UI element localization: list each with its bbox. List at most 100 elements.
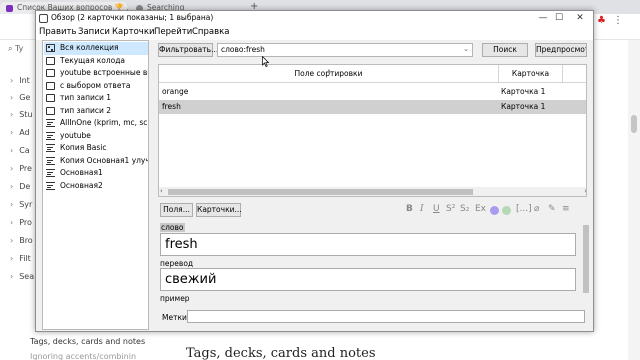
filter-button[interactable]: Фильтровать... (158, 43, 218, 57)
chevron-right-icon: › (10, 272, 14, 281)
search-button[interactable]: Поиск (482, 43, 528, 57)
sidebar-item-label: Основная2 (60, 180, 103, 190)
web-sidebar-link[interactable]: Ignoring accents/combinin (30, 352, 136, 360)
sidebar-item[interactable]: тип записи 2 (44, 105, 148, 118)
cell-sort-field: orange (162, 87, 189, 96)
highlight-color-icon[interactable] (502, 206, 511, 215)
sidebar-item[interactable]: Копия Основная1 улучш (44, 155, 148, 168)
sidebar-item[interactable]: youtube встроенные ви... (44, 67, 148, 80)
table-header: ▲ Поле сортировки Карточка (159, 65, 586, 83)
field-value: fresh (165, 237, 198, 252)
extension-icon[interactable]: ♣ (597, 15, 613, 26)
chevron-right-icon: › (10, 110, 14, 119)
site-favicon-icon (6, 5, 13, 12)
bold-icon[interactable]: B (406, 204, 413, 214)
field-label-translation: перевод (160, 259, 194, 268)
clear-format-icon[interactable]: Ex (475, 204, 486, 214)
extension-icon[interactable]: ⋮ (613, 15, 630, 26)
text-color-icon[interactable] (490, 206, 499, 215)
note-type-icon (46, 169, 55, 177)
chevron-right-icon: › (10, 254, 14, 263)
close-button[interactable]: ✕ (568, 11, 592, 26)
search-query-text: слово:fresh (221, 45, 265, 54)
cloze-icon[interactable]: [...] (516, 204, 532, 214)
note-type-icon (46, 119, 55, 127)
table-row[interactable]: orange Карточка 1 (159, 85, 586, 99)
menu-cards[interactable]: Карточки (112, 27, 154, 37)
note-type-icon (46, 144, 55, 152)
search-input[interactable]: слово:fresh ⌄ (217, 43, 473, 57)
sidebar-item[interactable]: youtube (44, 130, 148, 143)
chevron-right-icon: › (10, 200, 14, 209)
subscript-icon[interactable]: S₂ (460, 204, 469, 214)
field-input-word[interactable]: fresh (160, 233, 576, 256)
column-header-sort-field[interactable]: ▲ Поле сортировки (159, 65, 499, 83)
web-sidebar-item-label: Filt (19, 254, 31, 263)
sidebar-item[interactable]: Основная1 (44, 167, 148, 180)
web-sidebar-item-label: Syr (19, 200, 33, 209)
underline-icon[interactable]: U (433, 204, 440, 214)
table-scroll-thumb[interactable] (168, 189, 473, 195)
field-label-word: слово (160, 223, 185, 232)
sidebar-item[interactable]: Копия Basic (44, 142, 148, 155)
sidebar-item[interactable]: Текущая колода (44, 55, 148, 68)
window-title-bar[interactable]: Обзор (2 карточки показаны; 1 выбрана) —… (36, 11, 593, 26)
menu-go[interactable]: Перейти (154, 27, 192, 37)
web-page-scroll-thumb[interactable] (631, 115, 637, 133)
italic-icon[interactable]: I (420, 204, 424, 214)
editor-vertical-scrollbar[interactable] (582, 221, 590, 307)
web-sidebar-item-label: Stu (19, 110, 33, 119)
sidebar-item-label: тип записи 1 (60, 93, 112, 102)
scroll-right-icon[interactable]: › (584, 187, 586, 195)
scroll-left-icon[interactable]: ‹ (160, 187, 163, 195)
field-input-translation[interactable]: свежий (160, 268, 576, 291)
web-sidebar-item-label: Ge (19, 93, 31, 102)
web-sidebar-item-label: Int (19, 76, 30, 85)
sidebar-item[interactable]: тип записи 1 (44, 92, 148, 105)
sidebar-item[interactable]: Основная2 (44, 180, 148, 193)
card-table: ▲ Поле сортировки Карточка orange Карточк… (158, 64, 587, 197)
sort-indicator-icon: ▲ (327, 68, 331, 74)
sidebar-item-label: Вся коллекция (60, 43, 119, 52)
superscript-icon[interactable]: S² (446, 204, 455, 214)
sidebar-item-label: AllInOne (kprim, mc, sc) (60, 118, 148, 127)
web-sidebar-link[interactable]: Tags, decks, cards and notes (30, 337, 145, 346)
web-page-scrollbar[interactable] (628, 40, 640, 360)
browser-sidebar: Вся коллекция Текущая колода youtube встро… (42, 40, 149, 330)
collection-icon (46, 44, 55, 52)
sidebar-item-label: youtube (60, 130, 91, 140)
menu-icon[interactable]: ≡ (562, 204, 570, 214)
tags-input[interactable] (187, 310, 585, 323)
attach-icon[interactable]: ⌀ (534, 204, 539, 214)
preview-button[interactable]: Предпросмотр (535, 43, 587, 57)
chevron-down-icon[interactable]: ⌄ (463, 45, 469, 53)
menu-help[interactable]: Справка (192, 27, 229, 37)
column-header-card[interactable]: Карточка (499, 65, 563, 83)
table-horizontal-scrollbar[interactable]: ‹ › (159, 187, 586, 196)
sidebar-item[interactable]: AllInOne (kprim, mc, sc) (44, 117, 148, 130)
sidebar-item-label: Копия Основная1 улучш (60, 155, 148, 165)
pen-icon[interactable]: ✎ (548, 204, 556, 214)
menu-notes[interactable]: Записи (78, 27, 110, 37)
sidebar-item[interactable]: с выбором ответа (44, 80, 148, 93)
window-title: Обзор (2 карточки показаны; 1 выбрана) (51, 13, 214, 22)
cards-button[interactable]: Карточки... (196, 203, 242, 217)
web-search-input[interactable]: ⌕ Ty (8, 44, 30, 58)
column-header-label: Карточка (511, 69, 550, 78)
sidebar-item[interactable]: Вся коллекция (44, 42, 148, 55)
web-sidebar-item-label: Pre (19, 164, 32, 173)
menu-edit[interactable]: Править (39, 27, 77, 37)
chevron-right-icon: › (10, 236, 14, 245)
deck-icon (46, 69, 55, 77)
fields-button[interactable]: Поля... (160, 203, 193, 217)
chevron-right-icon: › (10, 128, 14, 137)
web-sidebar-item-label: Bro (19, 236, 33, 245)
deck-icon (46, 106, 55, 115)
chevron-right-icon: › (10, 218, 14, 227)
editor-scroll-thumb[interactable] (583, 225, 589, 293)
sidebar-item-label: Текущая колода (60, 55, 126, 65)
sidebar-item-label: youtube встроенные ви... (60, 68, 148, 77)
web-search-hint: Ty (15, 44, 24, 53)
web-sidebar-item-label: Sea (19, 272, 35, 281)
table-row[interactable]: fresh Карточка 1 (159, 99, 586, 114)
